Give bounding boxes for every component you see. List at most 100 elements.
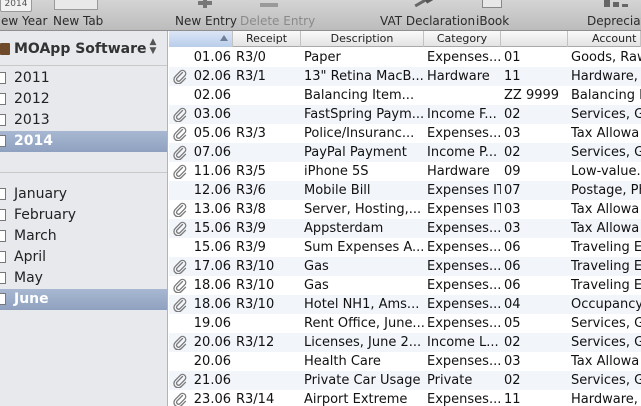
sidebar-month-label: June [14,291,49,307]
table-row[interactable]: 18.06 R3/10 Hotel NH1, Ams... Expenses... 04… [169,295,641,314]
paperclip-icon[interactable] [173,259,187,274]
paperclip-icon[interactable] [173,145,187,160]
category-cell: Expenses... [427,392,501,406]
attachment-cell[interactable] [169,124,190,143]
new-entry-button[interactable]: New Entry [174,0,237,30]
sidebar-month-june[interactable]: June [0,289,167,310]
column-header-description[interactable]: Description [301,31,424,47]
category-cell: Expenses... [427,126,501,141]
attachment-cell[interactable] [169,295,190,314]
attachment-cell [169,352,190,371]
new-year-button[interactable]: 2014 New Year [0,0,48,30]
receipt-cell: R3/9 [236,240,266,255]
divider [0,65,167,66]
table-row[interactable]: 15.06 R3/9 Appsterdam Expenses... 03 Tax Allo… [169,219,641,238]
sidebar-month-january[interactable]: January [0,184,167,205]
category-cell: Hardware [427,69,490,84]
sidebar-month-may[interactable]: May [0,268,167,289]
receipt-cell: R3/0 [236,50,266,65]
paperclip-icon[interactable] [173,373,187,388]
attachment-cell[interactable] [169,257,190,276]
table-row[interactable]: 01.06 R3/0 Paper Expenses... 01 Goods, Raw [169,48,641,67]
table-row[interactable]: 20.06 R3/12 Licenses, June 2... Income L...… [169,333,641,352]
description-cell: Sum Expenses A... [304,240,424,255]
attachment-cell[interactable] [169,200,190,219]
paperclip-icon[interactable] [173,164,187,179]
table-row[interactable]: 18.06 R3/10 Gas Expenses... 06 Traveling E [169,276,641,295]
sidebar-year-2013[interactable]: 2013 [0,110,167,131]
account-cell: Hardware, T [571,69,641,84]
paperclip-icon[interactable] [173,335,187,350]
description-cell: Mobile Bill [304,183,371,198]
table-row[interactable]: 12.06 R3/6 Mobile Bill Expenses IT 07 Postage… [169,181,641,200]
document-selector[interactable]: MOApp Software ▲ ▼ [0,38,167,61]
sidebar-month-march[interactable]: March [0,226,167,247]
paperclip-icon[interactable] [173,126,187,141]
calendar-icon [0,135,6,147]
table-row[interactable]: 13.06 R3/8 Server, Hosting,... Expenses IT 0… [169,200,641,219]
date-cell: 21.06 [193,373,231,388]
sidebar-month-april[interactable]: April [0,247,167,268]
table-row[interactable]: 02.06 R3/1 13" Retina MacB... Hardware 11 Har… [169,67,641,86]
table-row[interactable]: 20.06 Health Care Expenses... 03 Tax Allowa [169,352,641,371]
sidebar-year-2011[interactable]: 2011 [0,68,167,89]
divider [0,172,167,173]
vat-declaration-button[interactable]: VAT Declaration [378,0,475,30]
attachment-cell[interactable] [169,143,190,162]
sidebar-month-february[interactable]: February [0,205,167,226]
sidebar-year-2014[interactable]: 2014 [0,131,167,152]
attachment-cell[interactable] [169,219,190,238]
ibook-button[interactable]: iBook [474,0,510,30]
table-row[interactable]: 03.06 FastSpring Paym... Income F... 02 Serv… [169,105,641,124]
attachment-cell[interactable] [169,333,190,352]
depreciations-button[interactable]: Depreciations [584,0,641,30]
sidebar-year-label: 2013 [14,112,50,128]
category-cell: Income L... [427,335,499,350]
paperclip-icon[interactable] [173,278,187,293]
code-cell: 11 [504,392,521,406]
paperclip-icon[interactable] [173,221,187,236]
paperclip-icon[interactable] [173,202,187,217]
new-year-label: New Year [0,14,48,28]
attachment-cell[interactable] [169,162,190,181]
column-header-account[interactable]: Account [568,31,641,47]
attachment-cell[interactable] [169,371,190,390]
account-cell: Services, Ga [571,145,641,160]
category-cell: Expenses... [427,354,501,369]
attachment-cell[interactable] [169,105,190,124]
description-cell: Gas [304,259,329,274]
attachment-cell[interactable] [169,67,190,86]
sidebar-year-2012[interactable]: 2012 [0,89,167,110]
new-tab-button[interactable]: New Tab [52,0,103,30]
table-row[interactable]: 19.06 Rent Office, June... Expenses... 05 Se… [169,314,641,333]
column-header-category[interactable]: Category [424,31,501,47]
paperclip-icon[interactable] [173,69,187,84]
column-header-code[interactable] [501,31,568,47]
minus-icon [260,3,278,7]
table-row[interactable]: 23.06 R3/14 Airport Extreme Expenses... 11 Ha… [169,390,641,406]
receipt-cell: R3/10 [236,297,275,312]
receipt-cell: R3/1 [236,69,266,84]
column-header-attachment[interactable] [169,31,233,47]
table-row[interactable]: 17.06 R3/10 Gas Expenses... 06 Traveling E [169,257,641,276]
table-row[interactable]: 15.06 R3/9 Sum Expenses A... Expenses... 06 T… [169,238,641,257]
calendar-icon [0,72,6,84]
paperclip-icon[interactable] [173,107,187,122]
table-row[interactable]: 21.06 Private Car Usage Private 02 Services,… [169,371,641,390]
description-cell: Private Car Usage [304,373,421,388]
receipt-cell [233,105,301,124]
attachment-cell[interactable] [169,390,190,406]
table-row[interactable]: 07.06 PayPal Payment Income P... 02 Services… [169,143,641,162]
delete-entry-button[interactable]: Delete Entry [238,0,315,30]
table-row[interactable]: 11.06 R3/5 iPhone 5S Hardware 09 Low-value... [169,162,641,181]
table-row[interactable]: 05.06 R3/3 Police/Insuranc... Expenses... 03… [169,124,641,143]
paperclip-icon[interactable] [173,297,187,312]
stepper-icon[interactable]: ▲ ▼ [148,38,158,56]
column-header-receipt[interactable]: Receipt [233,31,301,47]
attachment-cell[interactable] [169,276,190,295]
account-cell: Traveling E [571,259,641,274]
calendar-icon-year: 2014 [4,0,28,9]
account-cell: Occupancy [571,297,641,312]
paperclip-icon[interactable] [173,392,187,406]
table-row[interactable]: 02.06 Balancing Item... ZZ 9999 Balancing I… [169,86,641,105]
